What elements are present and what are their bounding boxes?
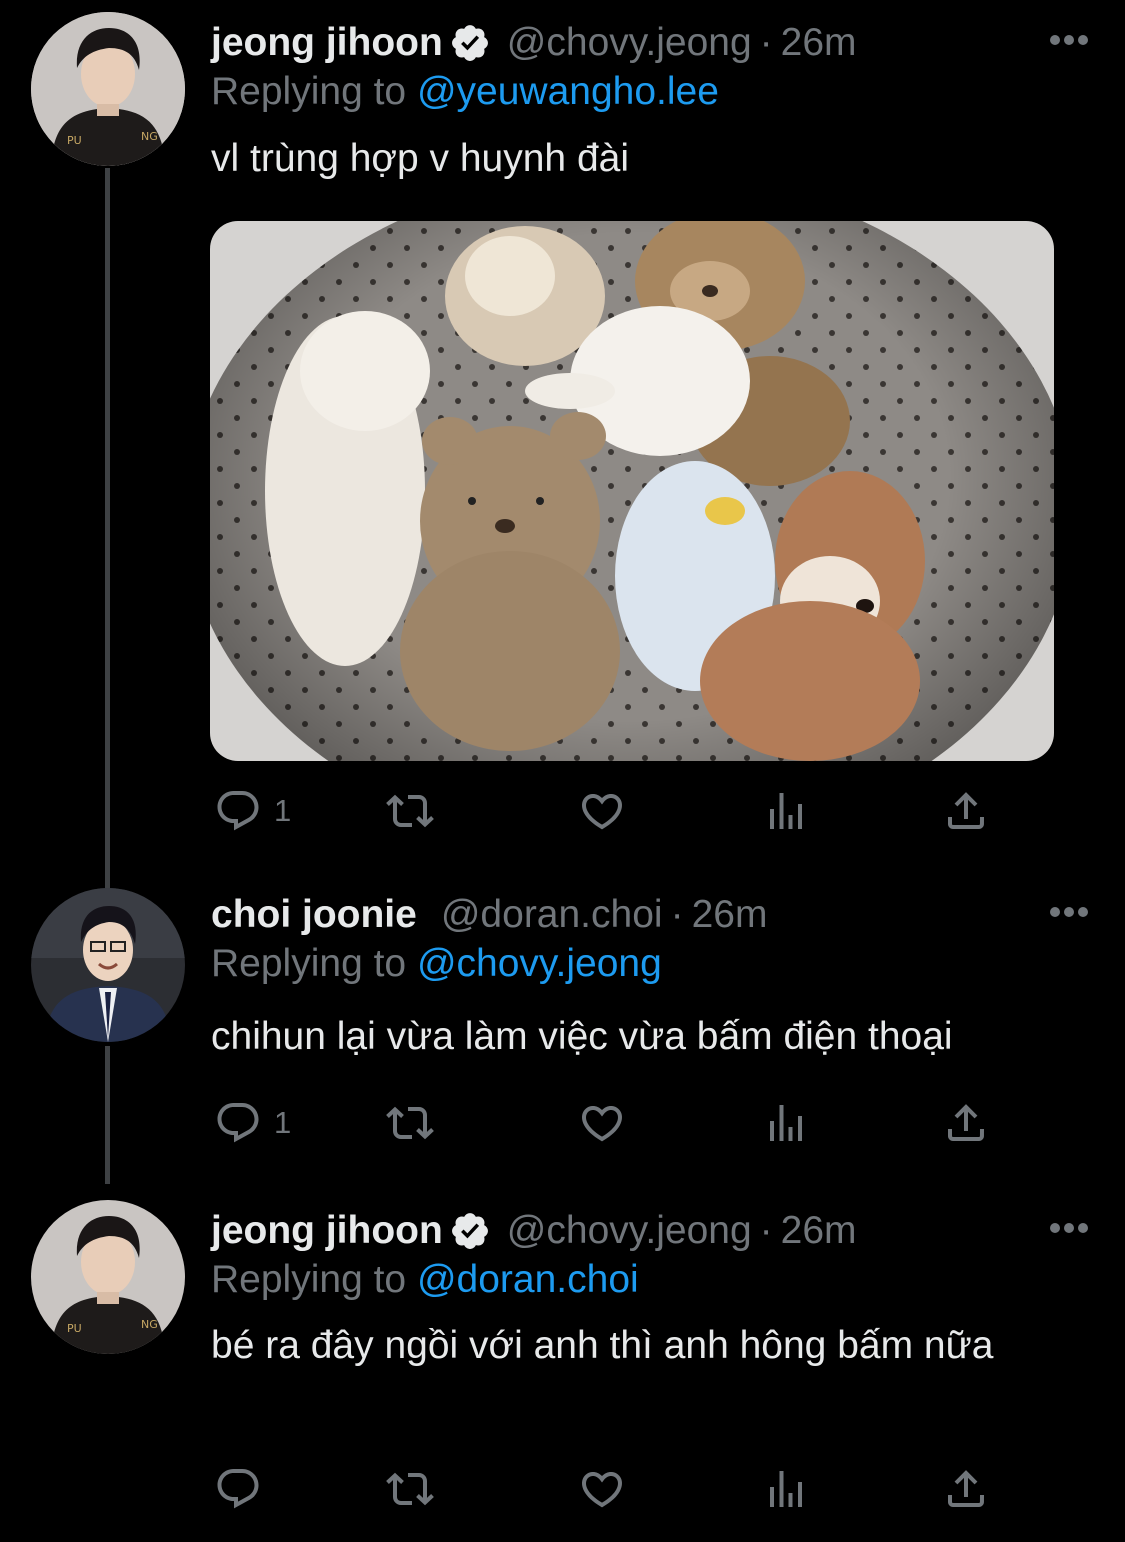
tweet-actions: 1 [214, 786, 1004, 836]
separator-dot: · [759, 1209, 773, 1252]
share-icon [942, 1099, 990, 1147]
avatar[interactable] [31, 888, 185, 1042]
verified-badge-icon [449, 1210, 491, 1252]
replying-to-label: Replying to [211, 70, 417, 113]
share-button[interactable] [942, 1464, 990, 1514]
like-button[interactable] [578, 1098, 626, 1148]
share-icon [942, 1465, 990, 1513]
replying-to-handle[interactable]: @chovy.jeong [417, 942, 662, 985]
display-name[interactable]: jeong jihoon [211, 1206, 443, 1256]
like-button[interactable] [578, 786, 626, 836]
tweet-header: choi joonie @doran.choi · 26m [211, 890, 767, 940]
retweet-icon [386, 787, 434, 835]
like-button[interactable] [578, 1464, 626, 1514]
views-icon [762, 787, 810, 835]
reply-icon [214, 787, 262, 835]
share-icon [942, 787, 990, 835]
reply-count: 1 [274, 1105, 292, 1140]
separator-dot: · [759, 21, 773, 64]
tweet-image[interactable] [210, 221, 1054, 761]
timestamp[interactable]: 26m [781, 1206, 857, 1256]
reply-count: 1 [274, 793, 292, 828]
replying-to: Replying to @chovy.jeong [211, 939, 662, 989]
reply-icon [214, 1465, 262, 1513]
display-name[interactable]: jeong jihoon [211, 18, 443, 68]
more-icon[interactable] [1049, 1222, 1089, 1234]
svg-text:NG: NG [141, 130, 158, 143]
tweet-text: chihun lại vừa làm việc vừa bấm điện tho… [211, 1015, 953, 1058]
tweet-2[interactable]: choi joonie @doran.choi · 26m Replying t… [0, 872, 1125, 1172]
views-button[interactable] [762, 1098, 810, 1148]
replying-to: Replying to @yeuwangho.lee [211, 67, 719, 117]
display-name[interactable]: choi joonie [211, 890, 417, 940]
verified-badge-icon [449, 22, 491, 64]
replying-to: Replying to @doran.choi [211, 1255, 639, 1305]
more-icon[interactable] [1049, 906, 1089, 918]
handle[interactable]: @chovy.jeong [507, 1206, 752, 1256]
avatar[interactable]: PU NG [31, 1200, 185, 1354]
separator-dot: · [670, 893, 684, 936]
retweet-button[interactable] [386, 1464, 434, 1514]
tweet-header: jeong jihoon @chovy.jeong · 26m [211, 18, 857, 68]
svg-text:NG: NG [141, 1318, 158, 1331]
tweet-text: bé ra đây ngồi với anh thì anh hông bấm … [211, 1324, 994, 1367]
retweet-button[interactable] [386, 1098, 434, 1148]
reply-icon [214, 1099, 262, 1147]
views-button[interactable] [762, 786, 810, 836]
views-button[interactable] [762, 1464, 810, 1514]
more-icon[interactable] [1049, 34, 1089, 46]
retweet-button[interactable] [386, 786, 434, 836]
tweet-actions: 1 [214, 1098, 1004, 1148]
tweet-text: vl trùng hợp v huynh đài [211, 137, 629, 180]
heart-icon [578, 1465, 626, 1513]
tweet-1[interactable]: PU NG jeong jihoon @chovy.jeong · 26m Re… [0, 0, 1125, 860]
tweet-header: jeong jihoon @chovy.jeong · 26m [211, 1206, 857, 1256]
replying-to-handle[interactable]: @yeuwangho.lee [417, 70, 719, 113]
views-icon [762, 1099, 810, 1147]
tweet-3[interactable]: PU NG jeong jihoon @chovy.jeong · 26m Re… [0, 1188, 1125, 1542]
reply-button[interactable] [214, 1464, 274, 1514]
tweet-actions [214, 1464, 1004, 1514]
reply-button[interactable]: 1 [214, 786, 291, 836]
share-button[interactable] [942, 786, 990, 836]
handle[interactable]: @doran.choi [441, 890, 663, 940]
reply-button[interactable]: 1 [214, 1098, 291, 1148]
replying-to-label: Replying to [211, 1258, 417, 1301]
svg-text:PU: PU [67, 134, 82, 147]
timestamp[interactable]: 26m [781, 18, 857, 68]
replying-to-handle[interactable]: @doran.choi [417, 1258, 639, 1301]
retweet-icon [386, 1099, 434, 1147]
svg-text:PU: PU [67, 1322, 82, 1335]
share-button[interactable] [942, 1098, 990, 1148]
replying-to-label: Replying to [211, 942, 417, 985]
avatar[interactable]: PU NG [31, 12, 185, 166]
views-icon [762, 1465, 810, 1513]
handle[interactable]: @chovy.jeong [507, 18, 752, 68]
timestamp[interactable]: 26m [692, 890, 768, 940]
heart-icon [578, 1099, 626, 1147]
retweet-icon [386, 1465, 434, 1513]
heart-icon [578, 787, 626, 835]
